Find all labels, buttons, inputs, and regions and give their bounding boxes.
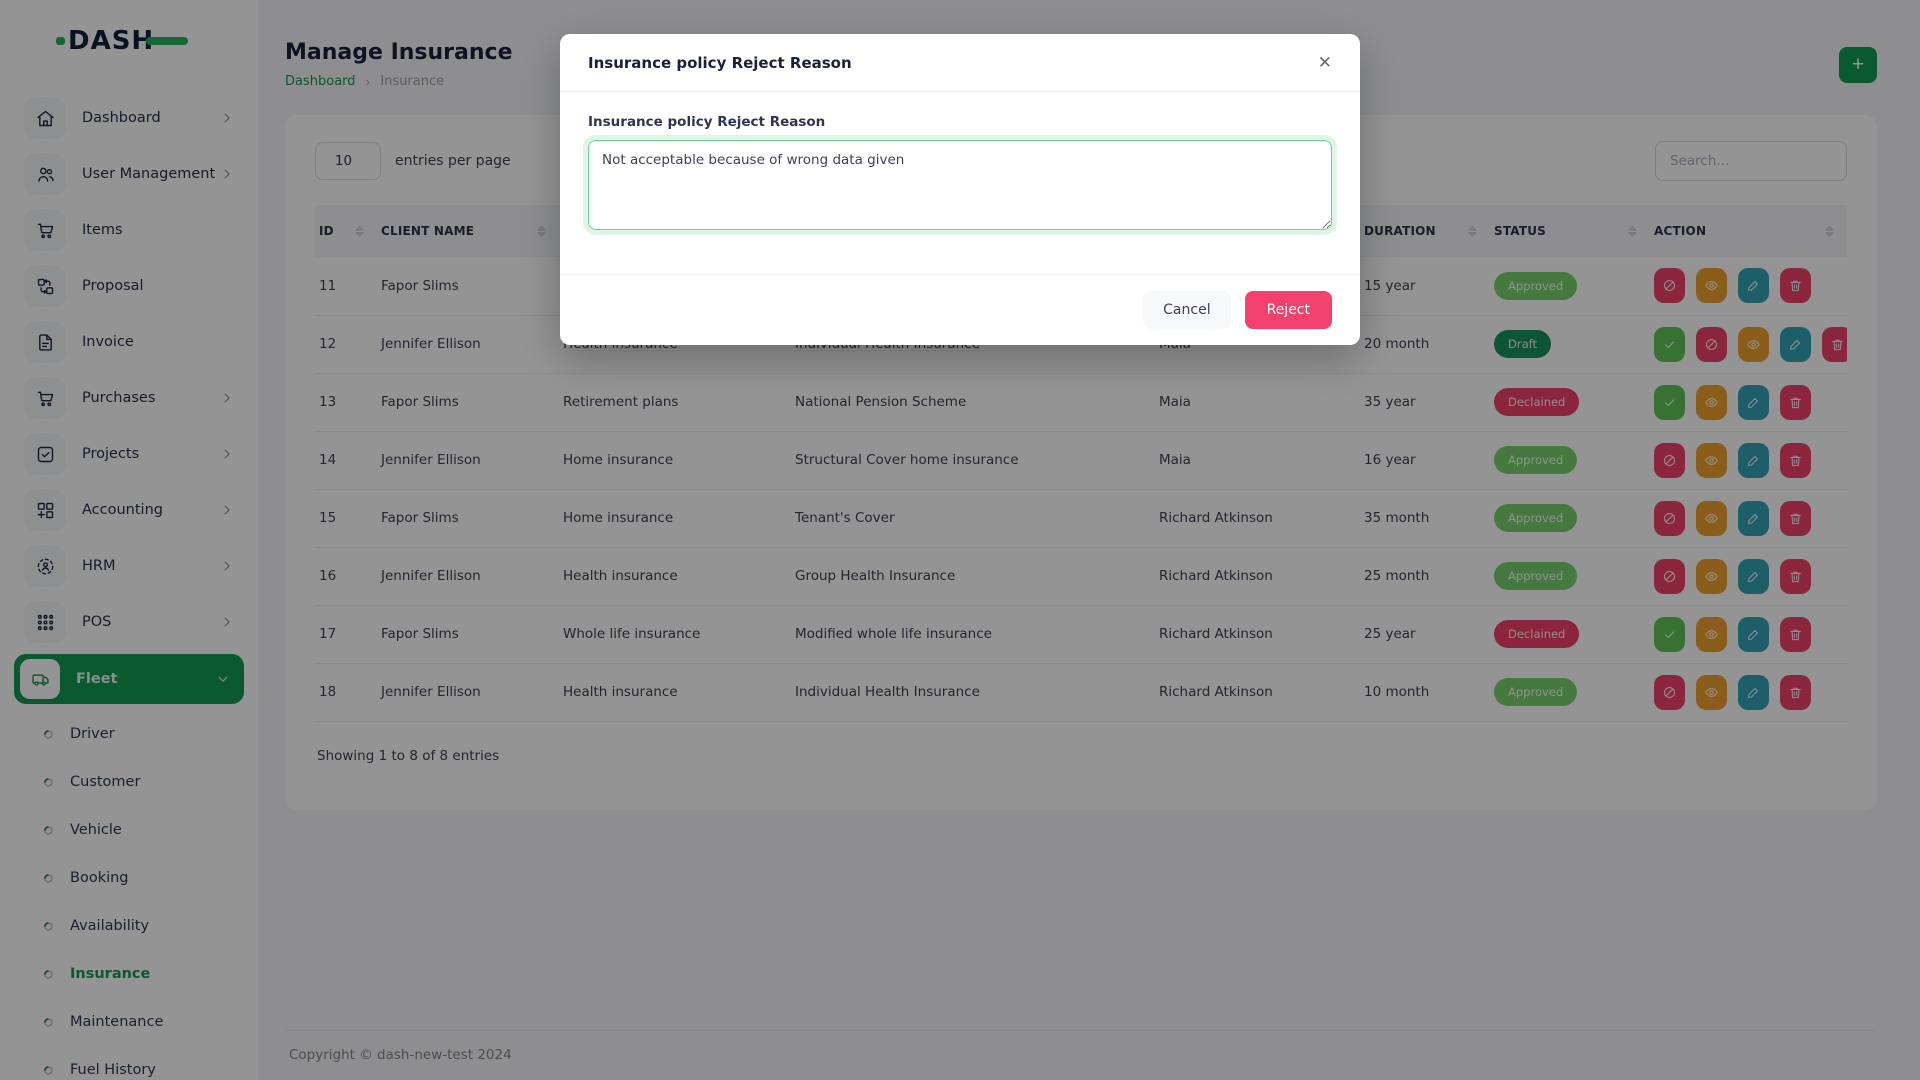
close-icon[interactable]: ✕ — [1318, 54, 1332, 71]
reject-button[interactable]: Reject — [1245, 291, 1332, 329]
modal-footer: Cancel Reject — [560, 274, 1360, 345]
modal-header: Insurance policy Reject Reason ✕ — [560, 34, 1360, 92]
reject-reason-textarea[interactable]: Not acceptable because of wrong data giv… — [588, 140, 1332, 230]
cancel-button[interactable]: Cancel — [1143, 291, 1230, 329]
modal-body: Insurance policy Reject Reason Not accep… — [560, 92, 1360, 274]
reject-reason-label: Insurance policy Reject Reason — [588, 114, 1332, 130]
reject-reason-modal: Insurance policy Reject Reason ✕ Insuran… — [560, 34, 1360, 345]
modal-title: Insurance policy Reject Reason — [588, 54, 852, 72]
